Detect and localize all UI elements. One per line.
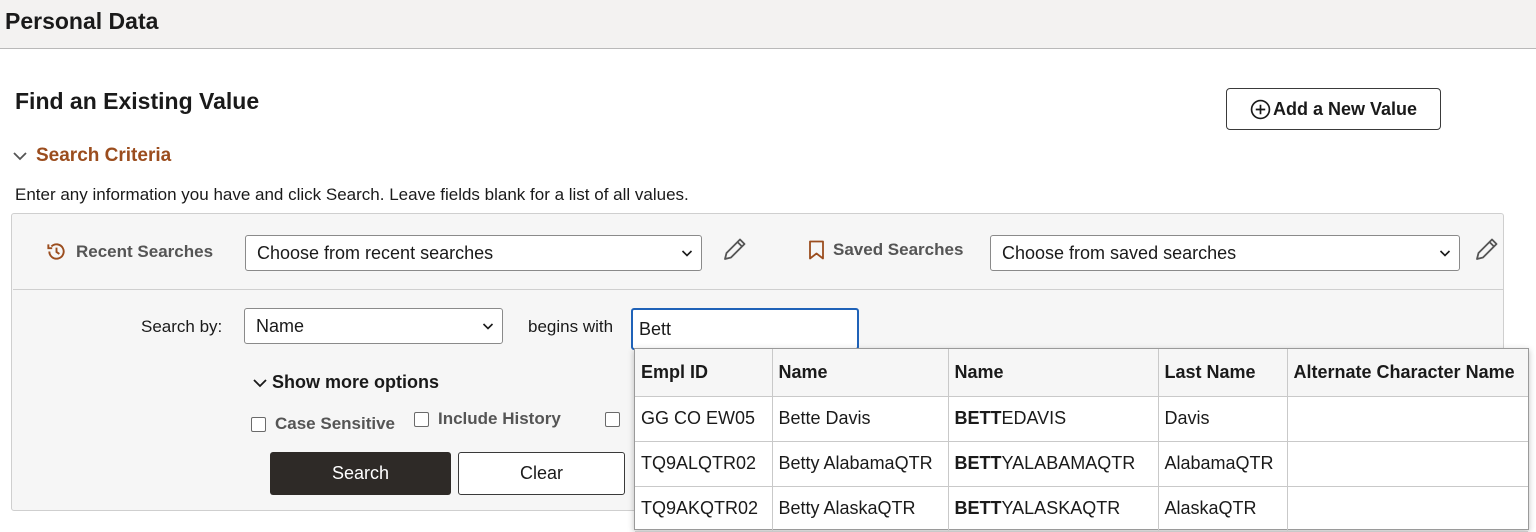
edit-saved-pencil-icon[interactable]	[1472, 234, 1502, 264]
case-sensitive-label: Case Sensitive	[275, 414, 396, 433]
cell-name: Betty AlabamaQTR	[772, 441, 949, 487]
page-header: Personal Data	[0, 0, 1536, 49]
add-new-value-button[interactable]: Add a New Value	[1226, 88, 1441, 130]
history-icon	[47, 243, 65, 260]
show-more-options-label: Show more options	[272, 372, 440, 392]
search-by-select[interactable]: Name	[244, 308, 503, 344]
match-highlight: BETT	[954, 453, 1002, 473]
cell-emplid: GG CO EW05	[635, 396, 773, 442]
chevron-down-icon	[1439, 250, 1451, 257]
chevron-down-icon	[681, 250, 693, 257]
match-highlight: BETT	[954, 408, 1002, 428]
recent-searches-select[interactable]: Choose from recent searches	[245, 235, 702, 271]
search-instructions: Enter any information you have and click…	[15, 185, 689, 204]
cell-emplid: TQ9AKQTR02	[635, 486, 773, 532]
show-more-options-toggle[interactable]: Show more options	[252, 372, 439, 393]
saved-searches-value: Choose from saved searches	[1002, 242, 1237, 263]
search-criteria-label: Search Criteria	[36, 145, 172, 166]
cell-name-upper: BETTYALASKAQTR	[948, 486, 1159, 532]
find-existing-heading: Find an Existing Value	[15, 88, 260, 114]
partially-hidden-checkbox[interactable]	[605, 412, 620, 427]
match-highlight: BETT	[954, 498, 1002, 518]
panel-divider	[13, 289, 1503, 290]
chevron-down-icon	[482, 323, 494, 330]
search-value-input[interactable]: Bett	[631, 308, 859, 350]
cell-name-upper: BETTEDAVIS	[948, 396, 1159, 442]
suggestions-dropdown: Empl ID Name Name Last Name Alternate Ch…	[634, 348, 1529, 532]
page-title: Personal Data	[5, 8, 159, 34]
cell-last-name: AlabamaQTR	[1158, 441, 1288, 487]
checkbox-box[interactable]	[251, 416, 266, 432]
suggestions-table: Empl ID Name Name Last Name Alternate Ch…	[635, 349, 1528, 532]
operator-label: begins with	[528, 317, 614, 336]
cell-name: Bette Davis	[772, 396, 949, 442]
edit-recent-pencil-icon[interactable]	[720, 234, 750, 264]
bookmark-icon	[809, 240, 824, 260]
clear-button[interactable]: Clear	[458, 452, 625, 495]
chevron-down-icon	[253, 378, 267, 387]
search-by-label: Search by:	[141, 317, 223, 336]
cell-last-name: Davis	[1158, 396, 1288, 442]
search-criteria-toggle[interactable]: Search Criteria	[12, 145, 171, 167]
match-rest: EDAVIS	[1001, 408, 1067, 428]
chevron-down-icon	[13, 152, 27, 161]
recent-searches-label-group: Recent Searches	[45, 240, 213, 263]
saved-searches-label: Saved Searches	[833, 240, 964, 259]
recent-searches-label: Recent Searches	[76, 241, 214, 261]
add-new-value-label: Add a New Value	[1272, 98, 1418, 119]
suggestion-row[interactable]: TQ9AKQTR02 Betty AlaskaQTR BETTYALASKAQT…	[635, 486, 1528, 532]
cell-emplid: TQ9ALQTR02	[635, 441, 773, 487]
search-button[interactable]: Search	[270, 452, 451, 495]
recent-searches-value: Choose from recent searches	[257, 242, 494, 263]
match-rest: YALASKAQTR	[1001, 498, 1121, 518]
suggestion-row[interactable]: GG CO EW05 Bette Davis BETTEDAVIS Davis	[635, 396, 1528, 442]
column-header-name: Name	[772, 349, 949, 397]
include-history-checkbox[interactable]: Include History	[414, 409, 561, 429]
saved-searches-select[interactable]: Choose from saved searches	[990, 235, 1460, 271]
checkbox-box[interactable]	[414, 411, 429, 427]
cell-name-upper: BETTYALABAMAQTR	[948, 441, 1159, 487]
column-header-name-upper: Name	[948, 349, 1159, 397]
suggestion-row[interactable]: TQ9ALQTR02 Betty AlabamaQTR BETTYALABAMA…	[635, 441, 1528, 487]
case-sensitive-checkbox[interactable]: Case Sensitive	[251, 414, 395, 434]
plus-circle-icon	[1250, 99, 1271, 119]
cell-alternate-name	[1287, 486, 1528, 532]
column-header-last-name: Last Name	[1158, 349, 1288, 397]
cell-alternate-name	[1287, 396, 1528, 442]
match-rest: YALABAMAQTR	[1001, 453, 1136, 473]
include-history-label: Include History	[438, 409, 561, 428]
cell-last-name: AlaskaQTR	[1158, 486, 1288, 532]
column-header-alternate-name: Alternate Character Name	[1287, 349, 1528, 397]
saved-searches-label-group: Saved Searches	[808, 240, 963, 260]
cell-name: Betty AlaskaQTR	[772, 486, 949, 532]
suggestions-header-row: Empl ID Name Name Last Name Alternate Ch…	[635, 349, 1528, 397]
checkbox-box[interactable]	[605, 412, 620, 427]
cell-alternate-name	[1287, 441, 1528, 487]
search-by-value: Name	[256, 315, 305, 336]
column-header-emplid: Empl ID	[635, 349, 773, 397]
